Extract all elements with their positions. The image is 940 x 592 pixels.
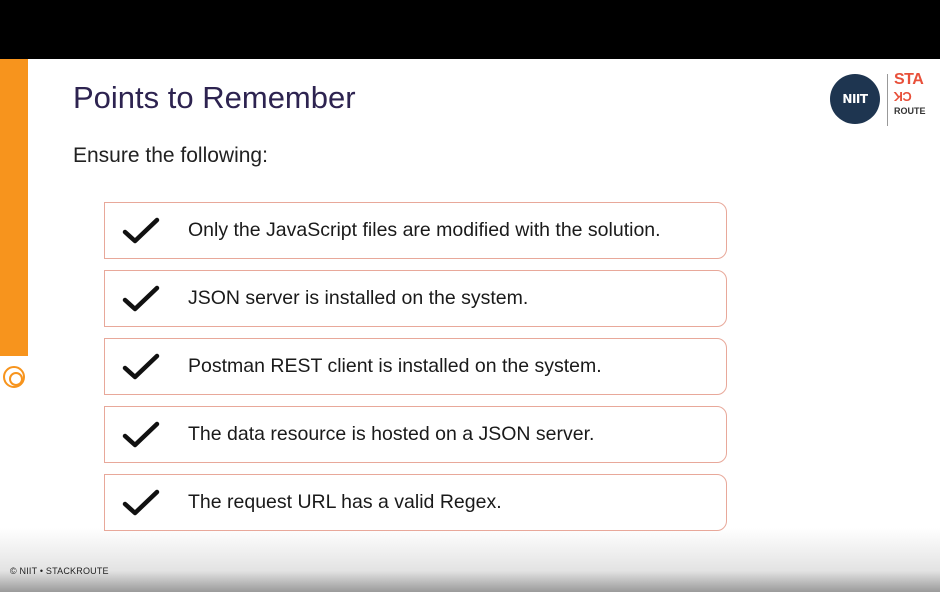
accent-bar [0,59,28,356]
niit-logo-text: NIIT [842,92,868,106]
checklist: Only the JavaScript files are modified w… [104,202,727,531]
checklist-item: Postman REST client is installed on the … [104,338,727,395]
stackroute-logo: STA CK ROUTE [894,71,926,128]
stackroute-logo-mid: CK [894,89,912,104]
checklist-item-text: JSON server is installed on the system. [188,287,529,309]
checklist-item-text: The data resource is hosted on a JSON se… [188,423,595,445]
check-icon [122,217,160,244]
check-icon [122,285,160,312]
checklist-item-text: The request URL has a valid Regex. [188,491,502,513]
ring-icon [3,366,25,388]
slide-title: Points to Remember [73,80,356,115]
niit-logo: NIIT [830,74,880,124]
checklist-item: Only the JavaScript files are modified w… [104,202,727,259]
check-icon [122,421,160,448]
stackroute-logo-top: STA [894,71,924,88]
check-icon [122,489,160,516]
checklist-item: The data resource is hosted on a JSON se… [104,406,727,463]
logo-divider [887,74,888,126]
checklist-item-text: Postman REST client is installed on the … [188,355,602,377]
checklist-item: JSON server is installed on the system. [104,270,727,327]
stackroute-logo-bottom: ROUTE [894,106,926,116]
slide-footer: © NIIT • STACKROUTE [10,566,109,576]
check-icon [122,353,160,380]
checklist-item: The request URL has a valid Regex. [104,474,727,531]
checklist-item-text: Only the JavaScript files are modified w… [188,219,661,241]
slide-subtitle: Ensure the following: [73,144,268,167]
slide: Points to Remember Ensure the following:… [0,59,940,592]
top-letterbox [0,0,940,59]
